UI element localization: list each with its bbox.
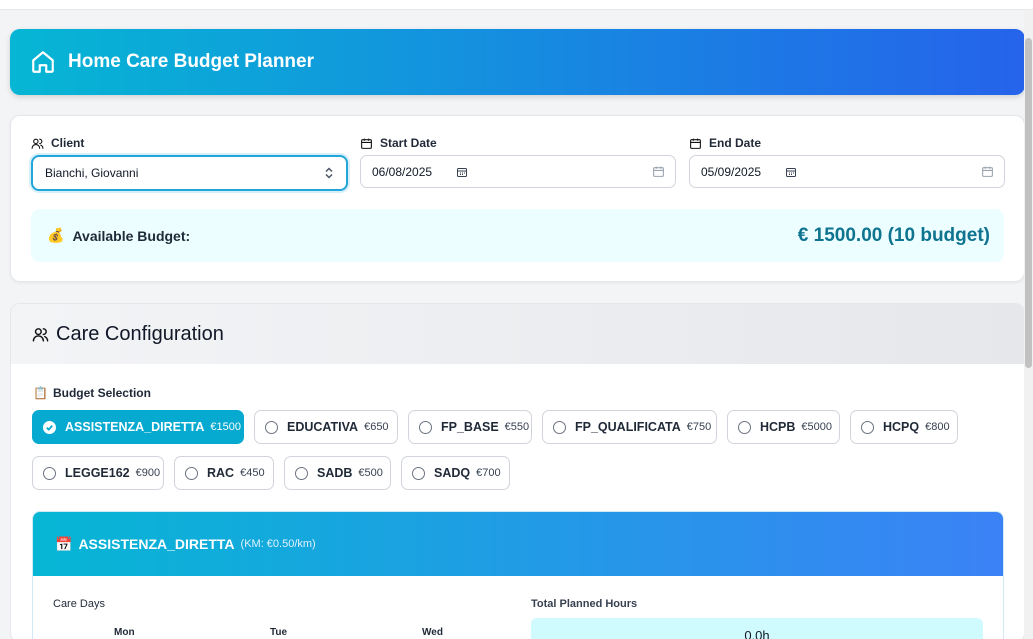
- budget-option-name: SADQ: [434, 466, 471, 480]
- total-planned-hours-label: Total Planned Hours: [531, 598, 638, 610]
- client-field: Client Bianchi, Giovanni: [31, 136, 348, 191]
- budget-option-price: €750: [686, 421, 712, 433]
- radio-unchecked-icon: [295, 466, 308, 480]
- radio-unchecked-icon: [185, 466, 198, 480]
- start-date-field: Start Date 06/08/2025: [360, 136, 676, 188]
- calendar-emoji-icon: 📅: [55, 535, 73, 552]
- budget-option-assistenza-diretta[interactable]: ASSISTENZA_DIRETTA €1500: [32, 410, 244, 444]
- budget-option-sadb[interactable]: SADB €500: [284, 456, 391, 490]
- budget-option-name: HCPQ: [883, 420, 920, 434]
- browser-top-strip: [0, 0, 1033, 10]
- day-tue[interactable]: Tue: [270, 627, 287, 638]
- start-date-input[interactable]: 06/08/2025: [360, 155, 676, 188]
- day-wed[interactable]: Wed: [422, 627, 443, 638]
- clipboard-icon: 📋: [33, 386, 48, 400]
- radio-checked-icon: [43, 420, 56, 434]
- client-label-text: Client: [51, 136, 85, 150]
- calendar-icon: [690, 138, 701, 149]
- calendar-icon: [982, 166, 993, 177]
- budget-option-price: €650: [364, 421, 389, 433]
- calendar-picker-icon[interactable]: [456, 166, 468, 178]
- budget-option-hcpb[interactable]: HCPB €5000: [727, 410, 840, 444]
- scrollbar-track[interactable]: [1024, 10, 1033, 639]
- app-header: Home Care Budget Planner: [10, 29, 1025, 95]
- available-budget-amount: € 1500.00 (10 budget): [797, 224, 990, 246]
- care-configuration-title: Care Configuration: [56, 322, 224, 345]
- calendar-icon: [653, 166, 664, 177]
- page-title: Home Care Budget Planner: [68, 51, 314, 72]
- budget-option-price: €500: [358, 467, 383, 479]
- budget-option-rac[interactable]: RAC €450: [174, 456, 274, 490]
- client-label: Client: [31, 136, 348, 150]
- end-date-input[interactable]: 05/09/2025: [689, 155, 1005, 188]
- budget-option-name: FP_BASE: [441, 420, 499, 434]
- client-select[interactable]: Bianchi, Giovanni: [31, 155, 348, 191]
- home-icon: [32, 51, 54, 73]
- radio-unchecked-icon: [412, 466, 425, 480]
- radio-unchecked-icon: [553, 420, 566, 434]
- available-budget-label: 💰 Available Budget:: [47, 227, 190, 244]
- start-date-label: Start Date: [360, 136, 676, 150]
- calendar-picker-icon[interactable]: [785, 166, 797, 178]
- budget-selection-label-text: Budget Selection: [52, 386, 151, 400]
- budget-option-name: RAC: [207, 466, 235, 480]
- chevron-up-down-icon: [325, 167, 333, 179]
- budget-option-price: €450: [240, 467, 265, 479]
- end-date-label-text: End Date: [709, 136, 762, 150]
- start-date-label-text: Start Date: [380, 136, 437, 150]
- end-date-value: 05/09/2025: [701, 164, 762, 179]
- budget-option-name: FP_QUALIFICATA: [575, 420, 681, 434]
- budget-option-price: €550: [504, 421, 530, 433]
- budget-option-name: HCPB: [760, 420, 796, 434]
- service-km-rate: (KM: €0.50/km): [240, 538, 316, 550]
- budget-option-sadq[interactable]: SADQ €700: [401, 456, 510, 490]
- budget-option-price: €5000: [801, 421, 833, 433]
- budget-option-price: €1500: [210, 421, 241, 433]
- budget-option-educativa[interactable]: EDUCATIVA €650: [254, 410, 398, 444]
- care-configuration-header: Care Configuration: [11, 304, 1024, 364]
- budget-option-name: ASSISTENZA_DIRETTA: [65, 420, 205, 434]
- radio-unchecked-icon: [419, 420, 432, 434]
- budget-option-name: EDUCATIVA: [287, 420, 359, 434]
- calendar-icon: [361, 138, 372, 149]
- budget-option-fp-qualificata[interactable]: FP_QUALIFICATA €750: [542, 410, 717, 444]
- budget-option-price: €800: [925, 421, 950, 433]
- service-name: ASSISTENZA_DIRETTA: [78, 536, 235, 552]
- care-configuration-card: Care Configuration 📋 Budget Selection AS…: [10, 303, 1025, 639]
- money-bag-icon: 💰: [47, 227, 65, 243]
- radio-unchecked-icon: [43, 466, 56, 480]
- budget-option-name: LEGGE162: [65, 466, 130, 480]
- budget-option-price: €700: [476, 467, 501, 479]
- budget-option-fp-base[interactable]: FP_BASE €550: [408, 410, 532, 444]
- radio-unchecked-icon: [861, 420, 874, 434]
- budget-option-legge162[interactable]: LEGGE162 €900: [32, 456, 164, 490]
- end-date-field: End Date 05/09/2025: [689, 136, 1005, 188]
- start-date-value: 06/08/2025: [372, 164, 433, 179]
- radio-unchecked-icon: [738, 420, 751, 434]
- service-header: 📅 ASSISTENZA_DIRETTA (KM: €0.50/km): [33, 512, 1003, 576]
- end-date-label: End Date: [689, 136, 1005, 150]
- budget-option-price: €900: [135, 467, 161, 479]
- radio-unchecked-icon: [265, 420, 278, 434]
- available-budget-bar: 💰 Available Budget: € 1500.00 (10 budget…: [31, 209, 1004, 262]
- users-icon: [32, 327, 49, 342]
- budget-option-name: SADB: [317, 466, 353, 480]
- scrollbar-thumb[interactable]: [1025, 38, 1032, 368]
- care-days-label: Care Days: [53, 598, 105, 610]
- day-mon[interactable]: Mon: [114, 627, 135, 638]
- client-select-value: Bianchi, Giovanni: [45, 166, 139, 180]
- budget-selection-label: 📋 Budget Selection: [33, 386, 151, 400]
- client-card: Client Bianchi, Giovanni Start Date 06/0…: [10, 115, 1025, 282]
- budget-option-hcpq[interactable]: HCPQ €800: [850, 410, 958, 444]
- total-planned-hours-value: 0.0h: [531, 618, 983, 639]
- users-icon: [31, 138, 44, 149]
- available-budget-label-text: Available Budget:: [72, 227, 191, 244]
- service-card: 📅 ASSISTENZA_DIRETTA (KM: €0.50/km) Care…: [32, 511, 1004, 639]
